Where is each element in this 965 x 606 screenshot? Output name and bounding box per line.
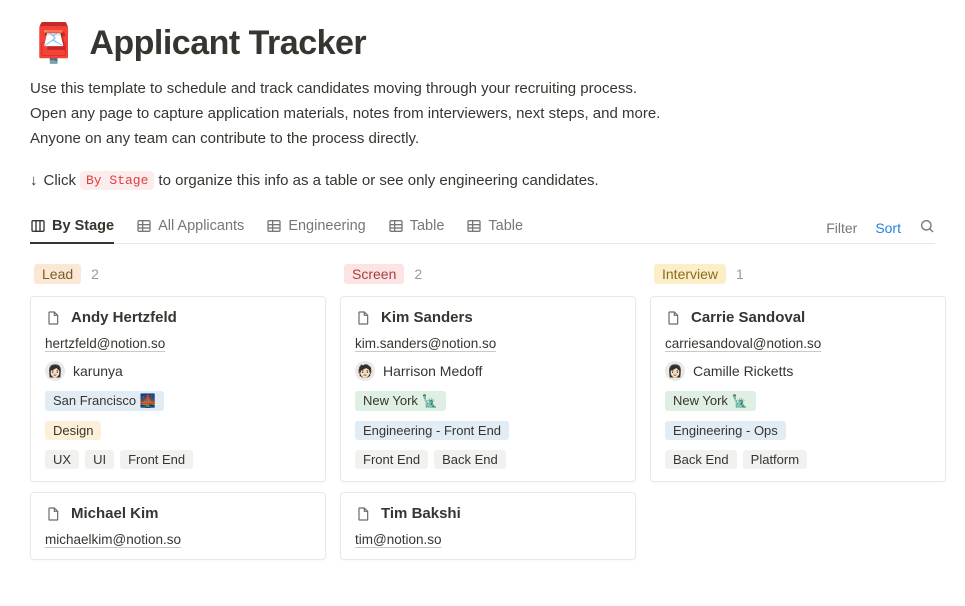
hint-prefix: Click (44, 172, 77, 189)
tag-department: Engineering - Front End (355, 421, 509, 440)
hint-suffix: to organize this info as a table or see … (158, 172, 598, 189)
page-title: Applicant Tracker (89, 24, 366, 63)
card-email: tim@notion.so (355, 532, 621, 547)
page-description: Use this template to schedule and track … (30, 77, 935, 151)
tag-skill: UX (45, 450, 79, 469)
tag-skill: UI (85, 450, 114, 469)
location-tags: San Francisco 🌉 (45, 391, 311, 411)
card-title: Michael Kim (71, 505, 159, 522)
card-title: Carrie Sandoval (691, 309, 805, 326)
skill-tags: UX UI Front End (45, 450, 311, 469)
tab-label: Engineering (288, 218, 365, 234)
hint-line: ↓ Click By Stage to organize this info a… (30, 171, 935, 190)
card-assignee: 👩🏻 karunya (45, 361, 311, 381)
stage-pill[interactable]: Screen (344, 264, 404, 284)
tag-skill: Back End (434, 450, 506, 469)
avatar: 👩🏻 (665, 361, 685, 381)
skill-tags: Back End Platform (665, 450, 931, 469)
tab-by-stage[interactable]: By Stage (30, 212, 114, 244)
card-email: carriesandoval@notion.so (665, 336, 931, 351)
applicant-card[interactable]: Michael Kim michaelkim@notion.so (30, 492, 326, 560)
hint-code: By Stage (80, 171, 154, 190)
tab-all-applicants[interactable]: All Applicants (136, 212, 244, 244)
card-email: michaelkim@notion.so (45, 532, 311, 547)
department-tags: Engineering - Front End (355, 421, 621, 440)
tab-engineering[interactable]: Engineering (266, 212, 365, 244)
department-tags: Design (45, 421, 311, 440)
applicant-card[interactable]: Tim Bakshi tim@notion.so (340, 492, 636, 560)
tab-label: By Stage (52, 218, 114, 234)
stage-pill[interactable]: Lead (34, 264, 81, 284)
tab-label: All Applicants (158, 218, 244, 234)
stage-pill[interactable]: Interview (654, 264, 726, 284)
desc-line2: Open any page to capture application mat… (30, 102, 935, 127)
skill-tags: Front End Back End (355, 450, 621, 469)
applicant-card[interactable]: Carrie Sandoval carriesandoval@notion.so 👩… (650, 296, 946, 482)
card-assignee: 👩🏻 Camille Ricketts (665, 361, 931, 381)
down-arrow-icon: ↓ (30, 172, 38, 189)
desc-line3: Anyone on any team can contribute to the… (30, 127, 935, 152)
tag-location: San Francisco 🌉 (45, 391, 164, 411)
card-title: Tim Bakshi (381, 505, 461, 522)
tab-label: Table (488, 218, 523, 234)
card-assignee: 🧑🏻 Harrison Medoff (355, 361, 621, 381)
sort-button[interactable]: Sort (875, 220, 901, 236)
location-tags: New York 🗽 (355, 391, 621, 411)
card-email: hertzfeld@notion.so (45, 336, 311, 351)
tag-skill: Back End (665, 450, 737, 469)
column-header: Interview 1 (650, 262, 946, 286)
applicant-card[interactable]: Kim Sanders kim.sanders@notion.so 🧑🏻 Harris… (340, 296, 636, 482)
tag-location: New York 🗽 (665, 391, 756, 411)
tab-label: Table (410, 218, 445, 234)
card-title: Andy Hertzfeld (71, 309, 177, 326)
column-header: Screen 2 (340, 262, 636, 286)
avatar: 🧑🏻 (355, 361, 375, 381)
assignee-name: Camille Ricketts (693, 363, 793, 379)
department-tags: Engineering - Ops (665, 421, 931, 440)
tab-table[interactable]: Table (466, 212, 523, 244)
column-screen: Screen 2 Kim Sanders kim.sanders@notion.so 🧑… (340, 262, 636, 560)
applicant-card[interactable]: Andy Hertzfeld hertzfeld@notion.so 👩🏻 karun… (30, 296, 326, 482)
stage-count: 2 (414, 266, 422, 282)
tag-skill: Front End (120, 450, 193, 469)
avatar: 👩🏻 (45, 361, 65, 381)
card-email: kim.sanders@notion.so (355, 336, 621, 351)
card-title: Kim Sanders (381, 309, 473, 326)
location-tags: New York 🗽 (665, 391, 931, 411)
assignee-name: karunya (73, 363, 123, 379)
tab-table[interactable]: Table (388, 212, 445, 244)
filter-button[interactable]: Filter (826, 220, 857, 236)
tag-department: Engineering - Ops (665, 421, 786, 440)
tag-skill: Front End (355, 450, 428, 469)
desc-line1: Use this template to schedule and track … (30, 77, 935, 102)
stage-count: 1 (736, 266, 744, 282)
tag-department: Design (45, 421, 101, 440)
tag-skill: Platform (743, 450, 807, 469)
stage-count: 2 (91, 266, 99, 282)
page-icon: 📮 (30, 25, 77, 63)
search-icon[interactable] (919, 218, 935, 237)
assignee-name: Harrison Medoff (383, 363, 482, 379)
column-header: Lead 2 (30, 262, 326, 286)
column-interview: Interview 1 Carrie Sandoval carriesandoval@… (650, 262, 946, 482)
tag-location: New York 🗽 (355, 391, 446, 411)
column-lead: Lead 2 Andy Hertzfeld hertzfeld@notion.so 👩🏻… (30, 262, 326, 560)
